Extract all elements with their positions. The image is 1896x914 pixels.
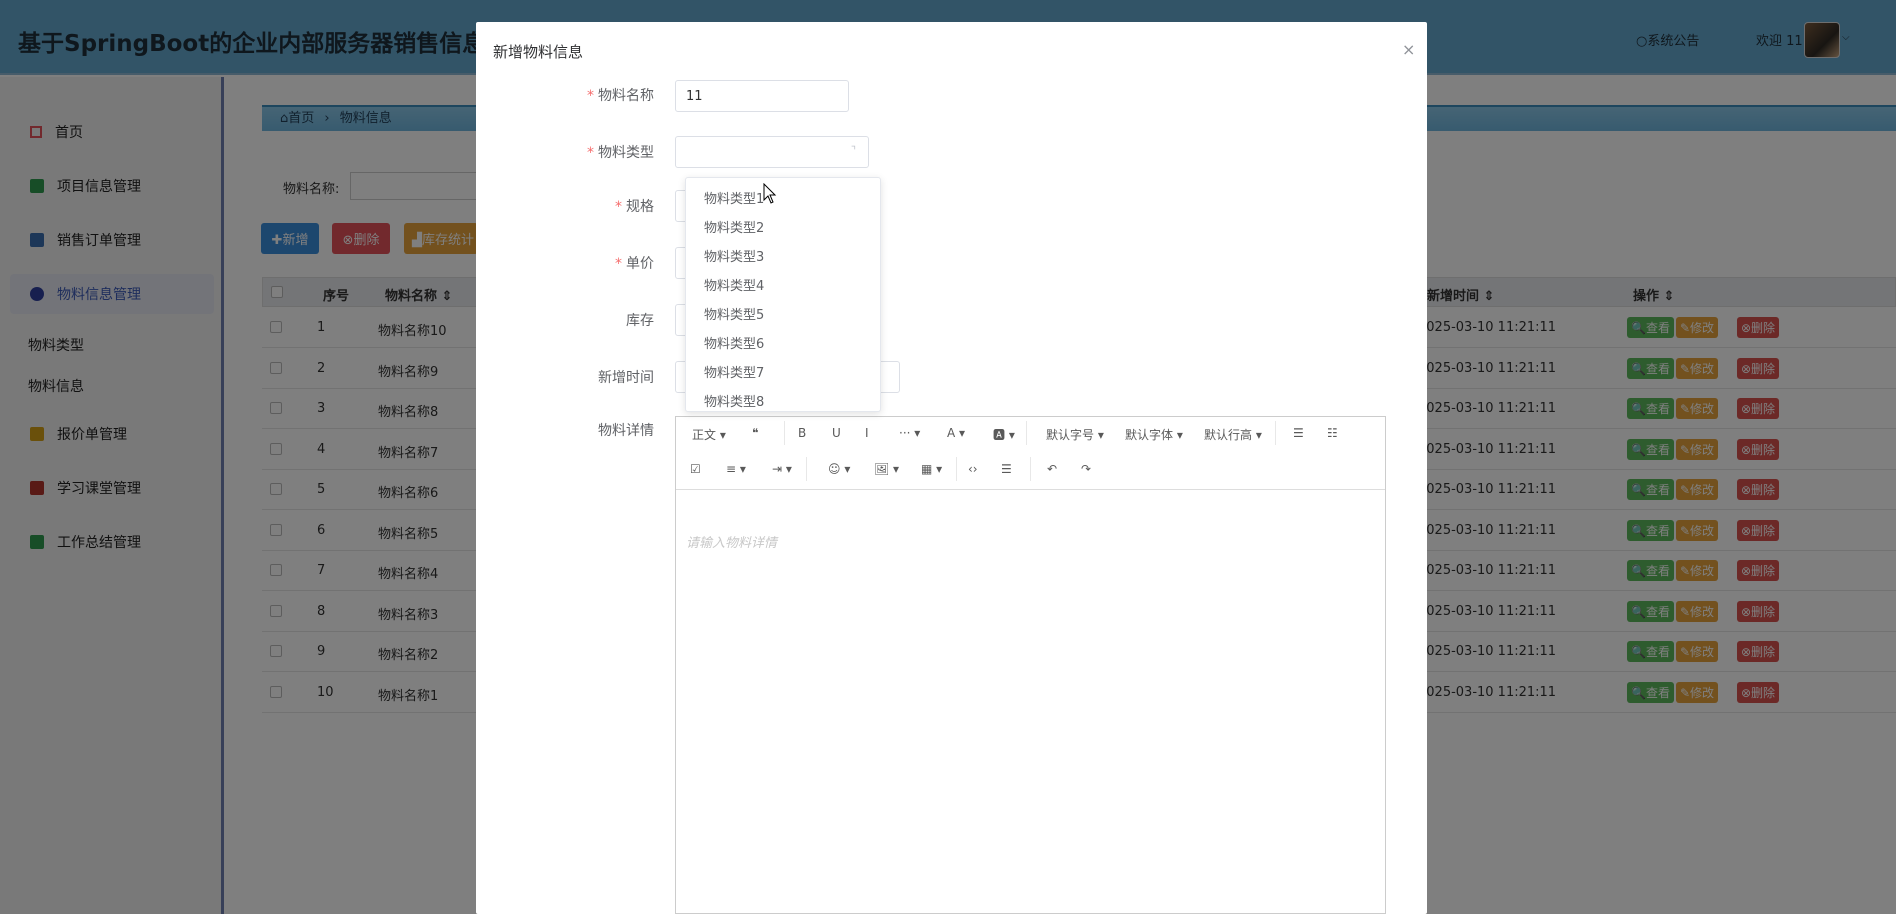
toolbar-divider [1026, 421, 1027, 445]
redo-icon[interactable]: ↷ [1081, 462, 1091, 476]
bg-color-icon[interactable]: 🅰 ▾ [993, 426, 1015, 443]
required-mark: * [587, 145, 594, 161]
italic-icon[interactable]: I [865, 426, 869, 440]
toolbar-divider [1030, 457, 1031, 481]
dropdown-option[interactable]: 物料类型2 [704, 217, 764, 236]
font-size-select[interactable]: 默认字号 ▾ [1046, 426, 1104, 443]
spec-label-text: 规格 [626, 199, 654, 215]
bold-icon[interactable]: B [798, 426, 806, 440]
table-icon[interactable]: ▦ ▾ [921, 462, 942, 476]
add-time-label: 新增时间 [598, 370, 654, 386]
toolbar-divider [1275, 421, 1276, 445]
dropdown-option[interactable]: 物料类型8 [704, 391, 764, 410]
dropdown-option[interactable]: 物料类型1 [704, 188, 764, 207]
dropdown-option[interactable]: 物料类型7 [704, 362, 764, 381]
align-icon[interactable]: ≡ ▾ [726, 462, 746, 476]
material-type-label-text: 物料类型 [598, 145, 654, 161]
spec-label: * 规格 [476, 196, 654, 216]
dropdown-option[interactable]: 物料类型3 [704, 246, 764, 265]
rich-text-editor: 正文 ▾ ❝ B U I ··· ▾ A ▾ 🅰 ▾ 默认字号 ▾ 默认字体 ▾ 默认行高 ▾ ☰ ☷ ☑… [675, 416, 1386, 914]
more-icon[interactable]: ··· ▾ [899, 426, 920, 440]
indent-icon[interactable]: ⇥ ▾ [772, 462, 792, 476]
material-name-label-text: 物料名称 [598, 88, 654, 104]
editor-toolbar: 正文 ▾ ❝ B U I ··· ▾ A ▾ 🅰 ▾ 默认字号 ▾ 默认字体 ▾ 默认行高 ▾ ☰ ☷ ☑… [676, 417, 1385, 490]
font-family-select[interactable]: 默认字体 ▾ [1125, 426, 1183, 443]
toolbar-divider [806, 457, 807, 481]
image-icon[interactable]: 🖼 ▾ [874, 462, 899, 476]
emoji-icon[interactable]: ☺ ▾ [828, 462, 850, 476]
stock-label: 库存 [626, 313, 654, 329]
font-color-icon[interactable]: A ▾ [947, 426, 965, 440]
paragraph-select[interactable]: 正文 ▾ [692, 426, 726, 443]
material-type-select[interactable]: ⌝ [675, 136, 869, 168]
dropdown-option[interactable]: 物料类型5 [704, 304, 764, 323]
chevron-up-icon: ⌝ [850, 144, 856, 157]
todo-icon[interactable]: ☑ [690, 462, 701, 476]
detail-label: 物料详情 [598, 423, 654, 439]
required-mark: * [615, 256, 622, 272]
underline-icon[interactable]: U [832, 426, 841, 440]
bullet-list-icon[interactable]: ☰ [1293, 426, 1304, 440]
toolbar-divider [956, 457, 957, 481]
price-label-text: 单价 [626, 256, 654, 272]
ordered-list-icon[interactable]: ☷ [1327, 426, 1338, 440]
required-mark: * [615, 199, 622, 215]
dropdown-option[interactable]: 物料类型6 [704, 333, 764, 352]
line-height-select[interactable]: 默认行高 ▾ [1204, 426, 1262, 443]
dropdown-option[interactable]: 物料类型4 [704, 275, 764, 294]
required-mark: * [587, 88, 594, 104]
price-label: * 单价 [476, 253, 654, 273]
dialog-title: 新增物料信息 [493, 43, 584, 61]
editor-placeholder[interactable]: 请输入物料详情 [686, 532, 777, 551]
add-material-dialog: 新增物料信息 × * 物料名称 11 * 物料类型 ⌝ * 规格 * 单价 库存 新增时… [476, 22, 1427, 914]
quote-icon[interactable]: ❝ [752, 426, 758, 440]
material-name-input[interactable]: 11 [675, 80, 849, 112]
divider-icon[interactable]: ☰ [1001, 462, 1012, 476]
code-icon[interactable]: ‹› [968, 462, 978, 476]
material-name-label: * 物料名称 [476, 85, 654, 105]
close-icon[interactable]: × [1402, 40, 1415, 59]
undo-icon[interactable]: ↶ [1047, 462, 1057, 476]
material-type-label: * 物料类型 [476, 142, 654, 162]
mouse-cursor-icon [763, 183, 777, 204]
toolbar-divider [784, 421, 785, 445]
material-type-dropdown: 物料类型1 物料类型2 物料类型3 物料类型4 物料类型5 物料类型6 物料类型7 物料类型8 [685, 177, 881, 412]
